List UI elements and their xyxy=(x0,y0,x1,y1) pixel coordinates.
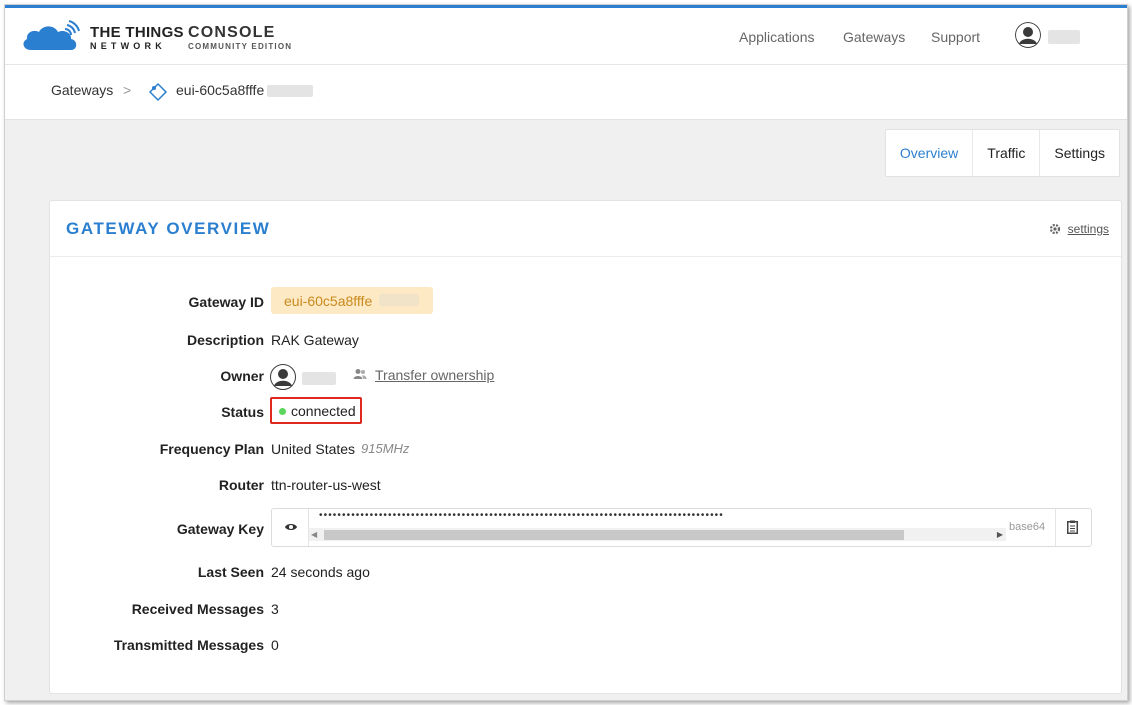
copy-clipboard-icon[interactable] xyxy=(1067,520,1078,534)
card-title: GATEWAY OVERVIEW xyxy=(66,219,271,238)
console-edition: COMMUNITY EDITION xyxy=(188,42,293,51)
user-avatar-icon[interactable] xyxy=(1015,22,1041,48)
gateway-tag-icon xyxy=(148,82,168,102)
received-messages-label: Received Messages xyxy=(131,601,264,617)
gateway-key-masked-value: ••••••••••••••••••••••••••••••••••••••••… xyxy=(319,510,724,521)
eye-icon[interactable] xyxy=(284,522,298,532)
owner-avatar-icon xyxy=(270,364,296,390)
scroll-right-icon[interactable]: ▶ xyxy=(997,530,1003,539)
username-redacted[interactable] xyxy=(1048,30,1080,44)
tab-overview[interactable]: Overview xyxy=(886,130,972,176)
brand-subtitle: NETWORK xyxy=(90,41,166,51)
transmitted-messages-label: Transmitted Messages xyxy=(113,637,264,653)
nav-applications[interactable]: Applications xyxy=(739,29,815,45)
gateway-tabs: Overview Traffic Settings xyxy=(884,129,1120,177)
nav-gateways[interactable]: Gateways xyxy=(843,29,905,45)
router-label: Router xyxy=(218,477,264,493)
scroll-left-icon[interactable]: ◀ xyxy=(311,530,317,539)
status-label: Status xyxy=(221,404,264,420)
users-icon xyxy=(353,369,367,379)
status-value: connected xyxy=(291,403,356,419)
key-scrollbar[interactable]: ◀ ▶ xyxy=(309,528,1006,541)
tab-settings[interactable]: Settings xyxy=(1039,130,1119,176)
gateway-id-label: Gateway ID xyxy=(188,294,264,310)
status-badge: connected xyxy=(270,397,362,424)
gateway-id-suffix-redacted xyxy=(379,294,419,306)
owner-name-redacted xyxy=(302,372,336,385)
card-header: GATEWAY OVERVIEW settings xyxy=(50,201,1121,257)
frequency-plan-value: United States xyxy=(271,441,356,457)
key-divider-right xyxy=(1055,509,1056,546)
frequency-plan-detail: 915MHz xyxy=(361,441,410,456)
received-messages-value: 3 xyxy=(271,601,279,617)
header: THE THINGS NETWORK CONSOLE COMMUNITY EDI… xyxy=(5,8,1127,65)
router-value: ttn-router-us-west xyxy=(271,477,381,493)
description-label: Description xyxy=(186,332,264,348)
console-title: CONSOLE xyxy=(188,24,276,41)
owner-label: Owner xyxy=(220,368,264,384)
gateway-key-field: ••••••••••••••••••••••••••••••••••••••••… xyxy=(271,508,1092,547)
scroll-thumb[interactable] xyxy=(324,530,904,540)
brand-title: THE THINGS xyxy=(90,24,184,41)
last-seen-value: 24 seconds ago xyxy=(271,564,370,580)
frequency-plan-label: Frequency Plan xyxy=(159,441,264,457)
breadcrumb-separator: > xyxy=(123,82,132,98)
status-dot-icon xyxy=(279,408,286,415)
transfer-ownership-link[interactable]: Transfer ownership xyxy=(375,367,494,383)
gateway-overview-card: GATEWAY OVERVIEW settings Gateway ID eui… xyxy=(49,200,1122,694)
gear-icon[interactable] xyxy=(1049,223,1061,235)
breadcrumb-gateway-id: eui-60c5a8fffe xyxy=(176,82,265,98)
gateway-id-value: eui-60c5a8fffe xyxy=(284,293,373,309)
gateway-id-redacted xyxy=(267,85,313,97)
last-seen-label: Last Seen xyxy=(197,564,264,580)
settings-link[interactable]: settings xyxy=(1068,222,1109,236)
breadcrumb-gateways[interactable]: Gateways xyxy=(51,82,113,98)
description-value: RAK Gateway xyxy=(271,332,359,348)
gateway-key-label: Gateway Key xyxy=(176,521,264,537)
gateway-id-field[interactable]: eui-60c5a8fffe xyxy=(271,287,433,314)
app-window: THE THINGS NETWORK CONSOLE COMMUNITY EDI… xyxy=(4,4,1128,701)
key-encoding-label: base64 xyxy=(1009,521,1046,533)
nav-support[interactable]: Support xyxy=(931,29,980,45)
tab-traffic[interactable]: Traffic xyxy=(972,130,1039,176)
ttn-cloud-logo-icon[interactable] xyxy=(21,20,83,52)
transmitted-messages-value: 0 xyxy=(271,637,279,653)
breadcrumb: Gateways > eui-60c5a8fffe xyxy=(5,65,1127,120)
